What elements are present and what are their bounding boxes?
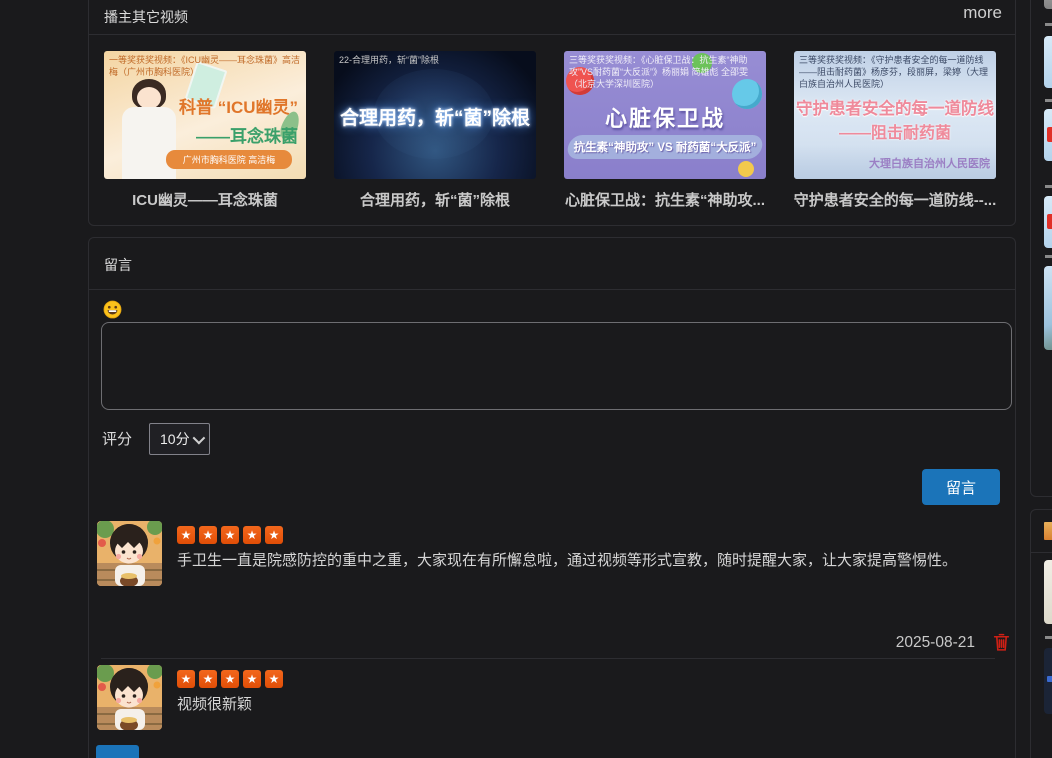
star-icon <box>199 670 217 688</box>
sidebar-header-sliver <box>1044 522 1052 540</box>
thumb-caption: 22-合理用药，斩“菌”除根 <box>334 51 536 69</box>
video-title[interactable]: 守护患者安全的每一道防线--... <box>790 189 1000 210</box>
thumb-main-text: 心脏保卫战 <box>564 101 766 133</box>
comment-input[interactable] <box>101 322 1012 410</box>
star-icon <box>221 670 239 688</box>
delete-comment-icon[interactable] <box>993 632 1010 652</box>
cutoff-blue-element[interactable] <box>96 745 139 758</box>
star-icon <box>265 526 283 544</box>
germ-graphic <box>738 161 754 177</box>
comment-divider <box>101 658 995 659</box>
rating-select[interactable]: 10分 <box>149 423 210 455</box>
thumb-badge: 大理白族自治州人民医院 <box>869 155 990 171</box>
thumb-main-text: 合理用药，斩“菌”除根 <box>334 103 536 130</box>
thumb-text-sliver <box>1047 214 1052 229</box>
star-icon <box>221 526 239 544</box>
star-rating <box>177 670 283 688</box>
sidebar-thumb[interactable] <box>1044 560 1052 624</box>
video-title[interactable]: ICU幽灵——耳念珠菌 <box>100 189 310 210</box>
sidebar-thumb[interactable] <box>1044 36 1052 88</box>
video-title[interactable]: 心脏保卫战：抗生素“神助攻... <box>560 189 770 210</box>
sidebar-panel-bottom <box>1030 509 1052 758</box>
rating-selected-value: 10分 <box>160 429 190 449</box>
submit-comment-button[interactable]: 留言 <box>922 469 1000 505</box>
thumb-caption: 三等奖获奖视频：《心脏保卫战：抗生素“神助攻”VS耐药菌“大反派”》杨丽娟 简雄… <box>564 51 766 93</box>
comment-text: 手卫生一直是院感防控的重中之重，大家现在有所懈怠啦，通过视频等形式宣教，随时提醒… <box>177 549 987 570</box>
star-rating <box>177 526 283 544</box>
star-icon <box>243 526 261 544</box>
sidebar-thumb[interactable] <box>1044 109 1052 161</box>
sidebar-panel-top <box>1030 0 1052 497</box>
truncated-text <box>1045 255 1052 258</box>
header-divider <box>89 34 1015 35</box>
truncated-text <box>1045 23 1052 26</box>
thumb-sub-text: ——阻击耐药菌 <box>794 119 996 143</box>
comment-text: 视频很新颖 <box>177 693 987 714</box>
page: 播主其它视频 more 一等奖获奖视频：《ICU幽灵——耳念珠菌》高洁梅（广州市… <box>0 0 1052 758</box>
rating-label: 评分 <box>102 428 132 449</box>
star-icon <box>199 526 217 544</box>
comments-panel: 留言 评分 10分 留言 手卫生一直是院感防控的重中之重，大家现在有所懈怠啦，通… <box>88 237 1016 758</box>
sidebar-thumb[interactable] <box>1044 648 1052 714</box>
thumb-sub-text: 抗生素“神助攻” VS 耐药菌“大反派” <box>564 139 766 155</box>
truncated-text <box>1045 185 1052 188</box>
comments-panel-title: 留言 <box>104 255 132 275</box>
video-thumbnail[interactable]: 22-合理用药，斩“菌”除根 合理用药，斩“菌”除根 <box>334 51 536 179</box>
star-icon <box>265 670 283 688</box>
video-thumbnail[interactable]: 一等奖获奖视频：《ICU幽灵——耳念珠菌》高洁梅（广州市胸科医院） 科普 “IC… <box>104 51 306 179</box>
other-videos-title: 播主其它视频 <box>104 7 188 27</box>
truncated-text <box>1045 636 1052 639</box>
star-icon <box>177 670 195 688</box>
thumb-main-text: 科普 “ICU幽灵” ——耳念珠菌 <box>179 93 298 147</box>
more-link[interactable]: more <box>963 3 1002 23</box>
chevron-down-icon <box>193 431 206 444</box>
avatar <box>97 521 162 586</box>
video-thumbnail[interactable]: 三等奖获奖视频：《守护患者安全的每一道防线——阻击耐药菌》杨彦芬，段丽屏，梁婷（… <box>794 51 996 179</box>
star-icon <box>243 670 261 688</box>
sidebar-thumb[interactable] <box>1044 196 1052 248</box>
thumb-text-sliver <box>1047 676 1052 682</box>
thumb-text-sliver <box>1047 127 1052 142</box>
header-divider <box>1031 552 1052 553</box>
emoji-picker-icon[interactable] <box>103 300 122 319</box>
sidebar-thumb[interactable] <box>1044 0 1052 9</box>
sidebar-thumb[interactable] <box>1044 266 1052 350</box>
video-thumbnail[interactable]: 三等奖获奖视频：《心脏保卫战：抗生素“神助攻”VS耐药菌“大反派”》杨丽娟 简雄… <box>564 51 766 179</box>
thumb-badge: 广州市胸科医院 高洁梅 <box>166 150 292 169</box>
other-videos-panel: 播主其它视频 more 一等奖获奖视频：《ICU幽灵——耳念珠菌》高洁梅（广州市… <box>88 0 1016 226</box>
comment-date: 2025-08-21 <box>896 634 975 652</box>
header-divider <box>89 289 1015 290</box>
thumb-caption: 三等奖获奖视频：《守护患者安全的每一道防线——阻击耐药菌》杨彦芬，段丽屏，梁婷（… <box>794 51 996 93</box>
thumb-caption: 一等奖获奖视频：《ICU幽灵——耳念珠菌》高洁梅（广州市胸科医院） <box>104 51 306 81</box>
avatar <box>97 665 162 730</box>
star-icon <box>177 526 195 544</box>
truncated-text <box>1045 99 1052 102</box>
video-title[interactable]: 合理用药，斩“菌”除根 <box>330 189 540 210</box>
thumb-main-text: 守护患者安全的每一道防线 <box>794 95 996 119</box>
